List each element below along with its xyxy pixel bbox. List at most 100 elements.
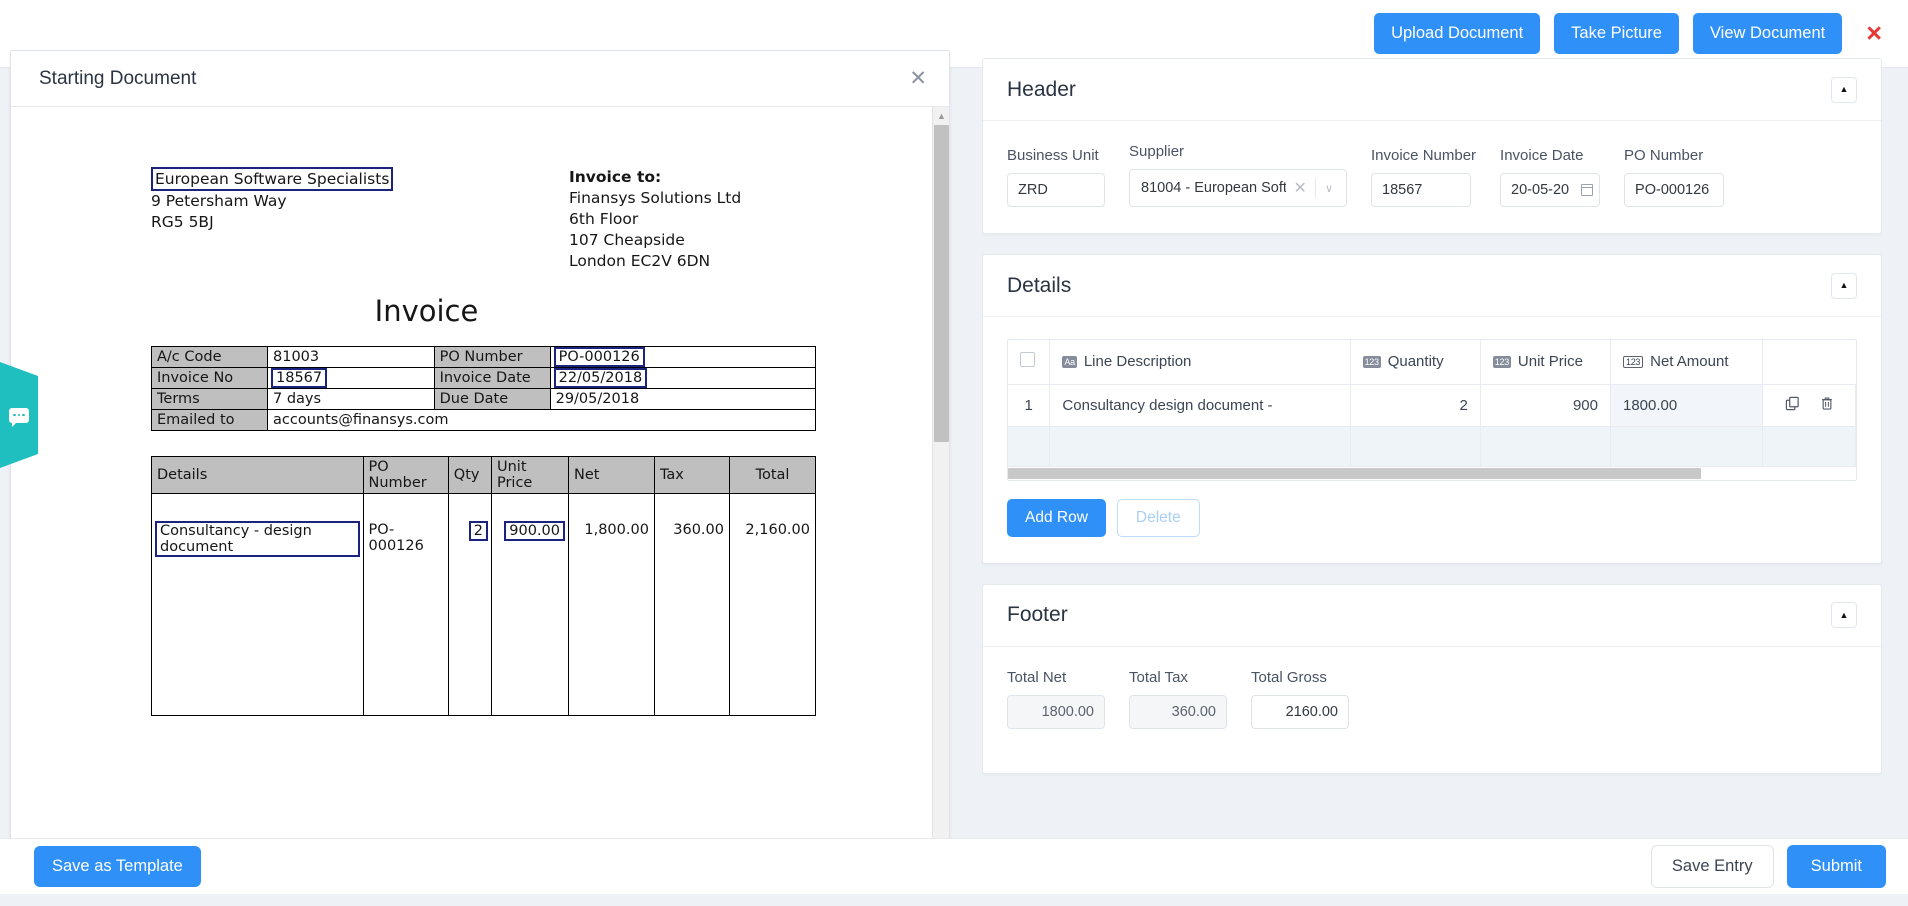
collapse-footer-icon[interactable]: ▲	[1831, 602, 1857, 628]
supplier-address: European Software Specialists 9 Petersha…	[151, 167, 569, 272]
label-po-number: PO Number	[1624, 147, 1704, 164]
view-document-button[interactable]: View Document	[1692, 13, 1843, 54]
table-row: Invoice No 18567 Invoice Date 22/05/2018	[151, 367, 817, 389]
cell-net-amount[interactable]: 1800.00	[1610, 384, 1764, 427]
item-details: Consultancy - design document	[151, 493, 364, 716]
item-unit-price: 900.00	[490, 493, 570, 716]
total-tax-input: 360.00	[1129, 694, 1227, 729]
meta-value-po-number: PO-000126	[549, 346, 817, 368]
clear-supplier-icon[interactable]: ✕	[1286, 178, 1315, 198]
meta-label-emailed-to: Emailed to	[151, 409, 268, 431]
cell-quantity[interactable]: 2	[1350, 384, 1481, 427]
cell-unit-price[interactable]: 900	[1480, 384, 1611, 427]
grid-col-net-amount[interactable]: 123 Net Amount	[1610, 340, 1764, 385]
invoice-number-input[interactable]: 18567	[1371, 173, 1471, 207]
save-entry-button[interactable]: Save Entry	[1650, 845, 1774, 888]
table-row: Emailed to accounts@finansys.com	[151, 409, 816, 431]
take-picture-button[interactable]: Take Picture	[1554, 13, 1679, 54]
field-total-net: Total Net 1800.00	[1007, 669, 1105, 729]
add-row-button[interactable]: Add Row	[1007, 498, 1106, 537]
close-document-panel-icon[interactable]: ✕	[909, 68, 927, 89]
table-row: Consultancy - design document PO-000126 …	[151, 493, 816, 716]
address-block: European Software Specialists 9 Petersha…	[151, 167, 882, 272]
supplier-name-highlight: European Software Specialists	[151, 167, 394, 191]
table-row[interactable]: 1 Consultancy design document - 2 900 18…	[1008, 384, 1856, 427]
line-items-grid: Aa Line Description 123 Quantity 123 Unit P…	[1007, 339, 1857, 481]
header-section-body: Business Unit ZRD Supplier 81004 - Europ…	[983, 121, 1881, 233]
delete-row-icon[interactable]	[1820, 396, 1834, 415]
col-total: Total	[729, 456, 816, 494]
invoice-to-line-4: London EC2V 6DN	[569, 252, 711, 270]
document-vertical-scrollbar[interactable]: ▲ ▼	[932, 107, 949, 849]
total-net-input: 1800.00	[1007, 694, 1105, 729]
details-section-head: Details ▲	[983, 255, 1881, 317]
calendar-icon[interactable]	[1581, 184, 1594, 196]
scroll-up-icon[interactable]: ▲	[933, 107, 949, 124]
scrollbar-thumb[interactable]	[934, 125, 949, 442]
upload-document-button[interactable]: Upload Document	[1374, 13, 1541, 54]
cell-row-actions	[1762, 384, 1856, 427]
save-as-template-button[interactable]: Save as Template	[34, 846, 201, 887]
chevron-down-icon[interactable]: ∨	[1316, 182, 1342, 195]
business-unit-input[interactable]: ZRD	[1007, 173, 1105, 207]
document-panel-title: Starting Document	[39, 67, 197, 89]
meta-label-po-number: PO Number	[433, 346, 551, 368]
close-icon[interactable]: ×	[1862, 20, 1886, 47]
details-section-title: Details	[1007, 273, 1072, 297]
grid-horizontal-scrollbar[interactable]	[1008, 466, 1856, 480]
duplicate-row-icon[interactable]	[1785, 396, 1800, 415]
field-business-unit: Business Unit ZRD	[1007, 147, 1105, 207]
document-panel-header: Starting Document ✕	[11, 51, 949, 107]
col-qty: Qty	[447, 456, 492, 494]
item-po-number: PO-000126	[362, 493, 449, 716]
invoice-meta-table: A/c Code 81003 PO Number PO-000126 Invoi…	[151, 346, 817, 431]
meta-value-invoice-no: 18567	[267, 367, 435, 389]
delete-button[interactable]: Delete	[1116, 498, 1200, 537]
collapse-header-icon[interactable]: ▲	[1831, 76, 1857, 103]
collapse-details-icon[interactable]: ▲	[1831, 272, 1857, 299]
grid-header-row: Aa Line Description 123 Quantity 123 Unit P…	[1008, 340, 1856, 385]
meta-label-due-date: Due Date	[433, 388, 551, 410]
window-bottom-strip	[0, 894, 1908, 906]
meta-value-invoice-date: 22/05/2018	[549, 367, 817, 389]
submit-button[interactable]: Submit	[1786, 845, 1886, 888]
col-tax: Tax	[653, 456, 731, 494]
field-total-gross: Total Gross 2160.00	[1251, 669, 1349, 729]
number-type-icon: 123	[1492, 356, 1511, 369]
invoice-date-value: 20-05-20	[1511, 182, 1570, 198]
field-supplier: Supplier 81004 - European Soft… ✕ ∨	[1129, 143, 1347, 207]
invoice-date-input[interactable]: 20-05-20	[1500, 173, 1601, 207]
meta-label-invoice-date: Invoice Date	[433, 367, 551, 389]
cell-line-description[interactable]: Consultancy design document -	[1049, 384, 1351, 427]
select-all-checkbox[interactable]	[1020, 352, 1035, 368]
supplier-address-line-1: 9 Petersham Way	[151, 192, 287, 210]
col-unit-price: Unit Price	[490, 456, 570, 494]
invoice-document-title: Invoice	[374, 294, 479, 328]
grid-col-line-description[interactable]: Aa Line Description	[1049, 340, 1351, 385]
item-qty: 2	[447, 493, 492, 716]
supplier-select[interactable]: 81004 - European Soft… ✕ ∨	[1129, 169, 1347, 207]
label-invoice-number: Invoice Number	[1371, 147, 1477, 164]
table-row: A/c Code 81003 PO Number PO-000126	[151, 346, 817, 368]
empty-cell	[1480, 426, 1611, 467]
field-total-tax: Total Tax 360.00	[1129, 669, 1227, 729]
grid-scrollbar-thumb[interactable]	[1008, 467, 1701, 479]
grid-empty-row	[1008, 426, 1856, 467]
supplier-address-line-2: RG5 5BJ	[151, 213, 214, 231]
footer-section-body: Total Net 1800.00 Total Tax 360.00 Total…	[983, 647, 1881, 773]
grid-col-unit-price-label: Unit Price	[1517, 353, 1583, 371]
grid-col-quantity[interactable]: 123 Quantity	[1350, 340, 1481, 385]
grid-col-unit-price[interactable]: 123 Unit Price	[1480, 340, 1611, 385]
header-section-title: Header	[1007, 77, 1076, 101]
chat-widget-tab[interactable]	[0, 362, 38, 468]
select-all-cell[interactable]	[1008, 340, 1051, 385]
col-details: Details	[151, 456, 364, 494]
field-invoice-date: Invoice Date 20-05-20	[1500, 147, 1601, 207]
total-gross-input[interactable]: 2160.00	[1251, 694, 1349, 729]
po-number-input[interactable]: PO-000126	[1624, 173, 1725, 207]
header-section-card: Header ▲ Business Unit ZRD Supplier 8100…	[982, 58, 1882, 234]
label-total-tax: Total Tax	[1129, 668, 1188, 686]
text-type-icon: Aa	[1062, 356, 1077, 369]
item-net: 1,800.00	[568, 493, 655, 716]
meta-label-invoice-no: Invoice No	[151, 367, 268, 389]
